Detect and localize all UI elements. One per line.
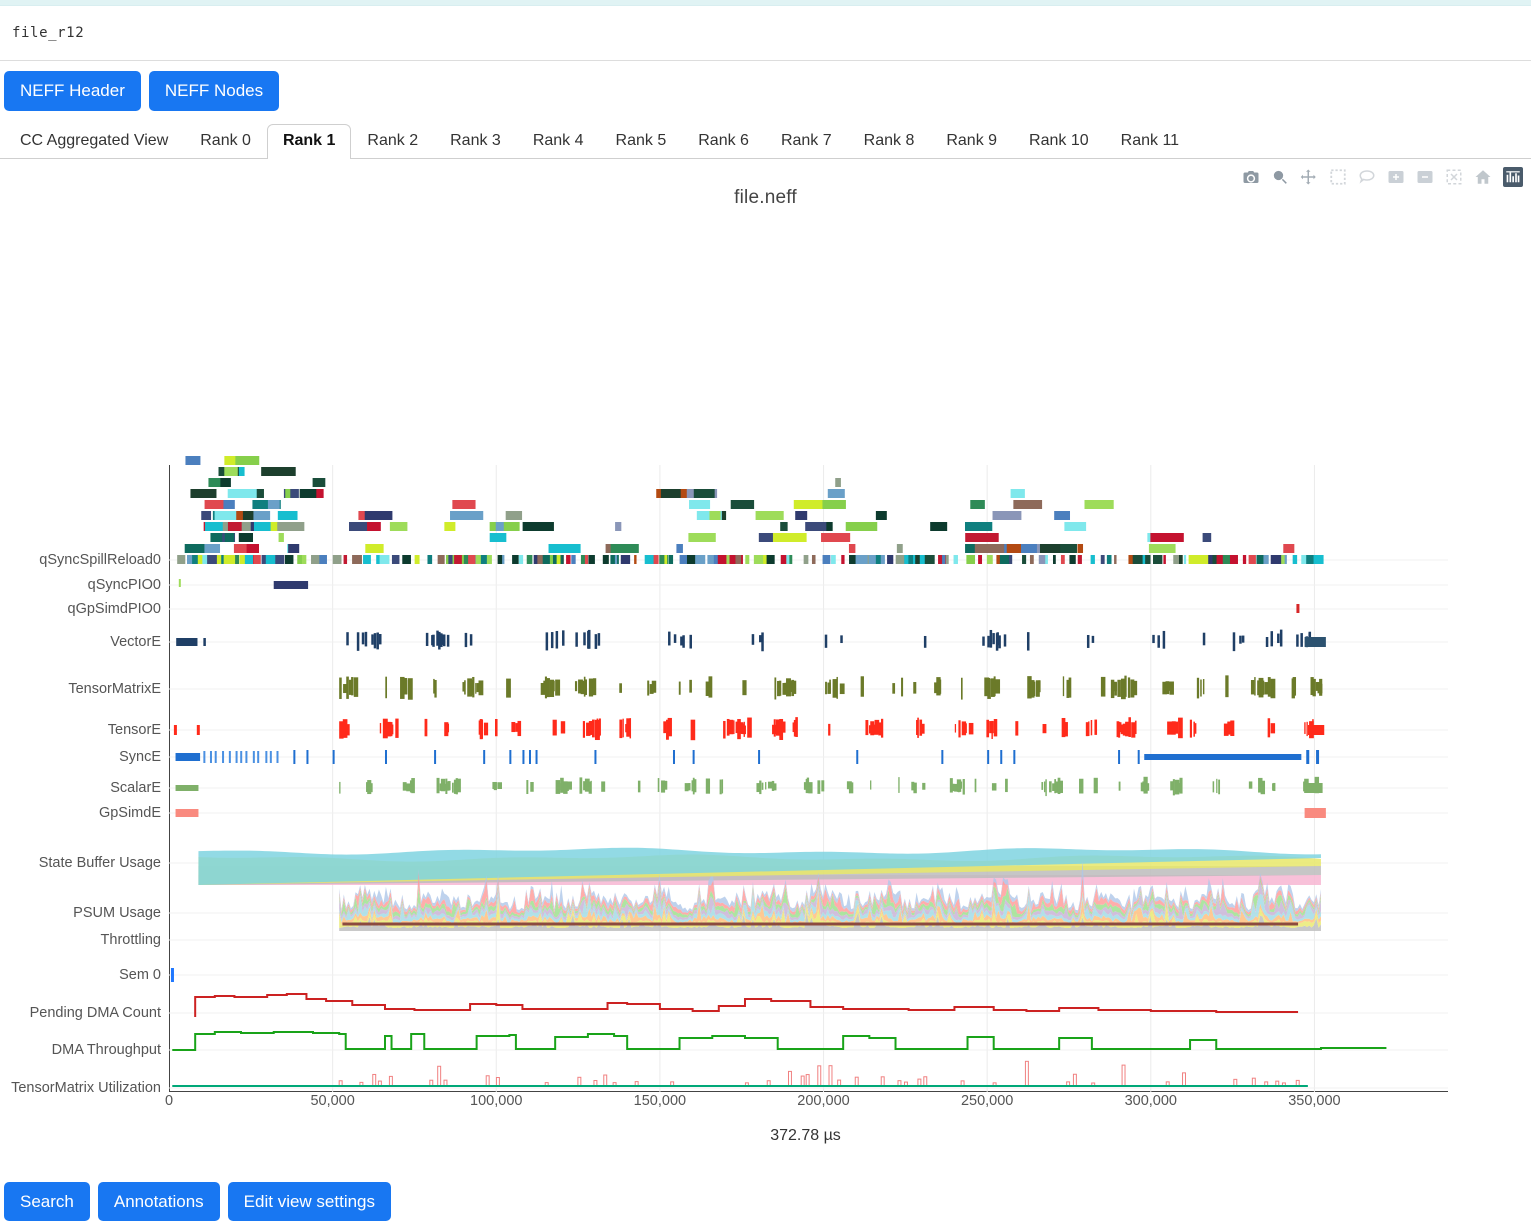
box-select-icon[interactable] (1329, 168, 1347, 186)
tab-rank-4[interactable]: Rank 4 (517, 124, 600, 158)
annotations-button[interactable]: Annotations (98, 1182, 220, 1221)
x-tick-350000: 350,000 (1288, 1093, 1340, 1109)
tab-rank-7[interactable]: Rank 7 (765, 124, 848, 158)
x-tick-150000: 150,000 (634, 1093, 686, 1109)
tab-rank-11[interactable]: Rank 11 (1105, 124, 1195, 158)
toggle-spike-lines-icon[interactable] (1503, 167, 1523, 187)
zoom-icon[interactable] (1271, 168, 1289, 186)
x-tick-50000: 50,000 (310, 1093, 354, 1109)
y-axis-label-psum-usage: PSUM Usage (73, 905, 161, 921)
file-name-bar: file_r12 (0, 6, 1531, 61)
y-axis-label-qgpsimdpio0: qGpSimdPIO0 (68, 601, 162, 617)
y-axis-label-tensore: TensorE (108, 722, 161, 738)
plotly-modebar[interactable] (1242, 167, 1523, 187)
lasso-select-icon[interactable] (1358, 168, 1376, 186)
x-tick-300000: 300,000 (1125, 1093, 1177, 1109)
total-duration-label: 372.78 µs (0, 1127, 1531, 1145)
y-axis-label-scalare: ScalarE (110, 780, 161, 796)
y-axis-label-qsyncspillreload0: qSyncSpillReload0 (39, 552, 161, 568)
plot-axes-area[interactable] (169, 465, 1448, 1092)
tab-rank-10[interactable]: Rank 10 (1013, 124, 1105, 158)
y-axis-label-tensormatrixe: TensorMatrixE (68, 681, 161, 697)
trace-layer (169, 465, 1448, 1092)
y-axis-label-synce: SyncE (119, 749, 161, 765)
y-axis-label-state-buffer-usage: State Buffer Usage (39, 855, 161, 871)
tab-rank-0[interactable]: Rank 0 (184, 124, 267, 158)
x-axis-tick-labels: 050,000100,000150,000200,000250,000300,0… (169, 1093, 1448, 1117)
tab-rank-1[interactable]: Rank 1 (267, 124, 351, 158)
tab-rank-3[interactable]: Rank 3 (434, 124, 517, 158)
y-axis-label-qsyncpio0: qSyncPIO0 (88, 577, 161, 593)
tab-rank-5[interactable]: Rank 5 (600, 124, 683, 158)
x-tick-0: 0 (165, 1093, 173, 1109)
autoscale-icon[interactable] (1445, 168, 1463, 186)
y-axis-label-dma-throughput: DMA Throughput (52, 1042, 161, 1058)
download-plot-icon[interactable] (1242, 168, 1260, 186)
x-tick-200000: 200,000 (797, 1093, 849, 1109)
zoom-out-icon[interactable] (1416, 168, 1434, 186)
y-axis-labels: qSyncSpillReload0 qSyncPIO0 qGpSimdPIO0 Vec… (0, 465, 169, 1092)
y-axis-label-vectore: VectorE (110, 634, 161, 650)
zoom-in-icon[interactable] (1387, 168, 1405, 186)
y-axis-label-gpsimde: GpSimdE (99, 805, 161, 821)
tab-rank-8[interactable]: Rank 8 (848, 124, 931, 158)
tab-rank-6[interactable]: Rank 6 (682, 124, 765, 158)
tab-rank-9[interactable]: Rank 9 (930, 124, 1013, 158)
y-axis-label-sem-0: Sem 0 (119, 967, 161, 983)
tab-cc-aggregated-view[interactable]: CC Aggregated View (4, 124, 184, 158)
reset-axes-icon[interactable] (1474, 168, 1492, 186)
plot-title: file.neff (0, 187, 1531, 209)
timeline-plot[interactable]: file.neff qSyncSpillReload0 qSyncPIO0 qGpS… (0, 159, 1531, 949)
x-tick-250000: 250,000 (961, 1093, 1013, 1109)
tab-rank-2[interactable]: Rank 2 (351, 124, 434, 158)
pan-icon[interactable] (1300, 168, 1318, 186)
neff-header-button[interactable]: NEFF Header (4, 71, 141, 111)
x-tick-100000: 100,000 (470, 1093, 522, 1109)
y-axis-label-pending-dma-count: Pending DMA Count (30, 1005, 161, 1021)
search-button[interactable]: Search (4, 1182, 90, 1221)
neff-nodes-button[interactable]: NEFF Nodes (149, 71, 279, 111)
y-axis-label-tensormatrix-utilization: TensorMatrix Utilization (11, 1080, 161, 1096)
rank-tab-strip[interactable]: CC Aggregated ViewRank 0Rank 1Rank 2Rank… (0, 123, 1531, 159)
footer-buttons: Search Annotations Edit view settings (4, 1182, 391, 1221)
file-name-label: file_r12 (12, 25, 84, 41)
neff-action-buttons: NEFF Header NEFF Nodes (0, 61, 1531, 111)
edit-view-settings-button[interactable]: Edit view settings (228, 1182, 391, 1221)
y-axis-label-throttling: Throttling (101, 932, 161, 948)
